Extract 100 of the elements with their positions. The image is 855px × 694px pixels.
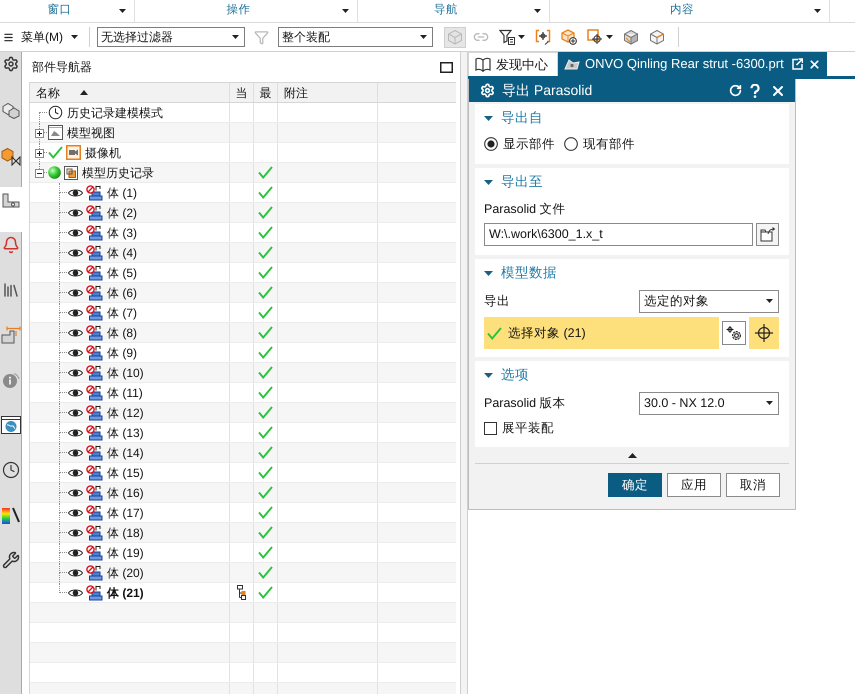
checkbox-icon[interactable] bbox=[484, 422, 497, 434]
browse-button[interactable] bbox=[756, 223, 779, 246]
collapse-arrow-icon[interactable] bbox=[628, 452, 636, 458]
tree-row[interactable]: 体 (12) bbox=[30, 403, 456, 423]
expand-toggle[interactable] bbox=[35, 149, 44, 158]
eye-icon[interactable] bbox=[68, 408, 83, 418]
funnel-icon bbox=[254, 30, 269, 44]
file-path-field[interactable]: W:\.work\6300_1.x_t bbox=[484, 223, 753, 246]
eye-icon[interactable] bbox=[68, 348, 83, 358]
eye-icon[interactable] bbox=[68, 468, 83, 478]
tree-row[interactable]: 体 (15) bbox=[30, 463, 456, 483]
tree-row[interactable]: 体 (20) bbox=[30, 563, 456, 583]
tree-row[interactable]: 体 (10) bbox=[30, 363, 456, 383]
body-icon bbox=[86, 504, 103, 520]
ribbon-group-menu[interactable]: 导航 bbox=[358, 0, 550, 22]
tree-row[interactable]: 体 (17) bbox=[30, 503, 456, 523]
eye-icon[interactable] bbox=[68, 308, 83, 318]
crosshair-button[interactable] bbox=[749, 317, 779, 349]
tree-row[interactable]: 体 (3) bbox=[30, 223, 456, 243]
column-header[interactable]: 名称 bbox=[30, 83, 230, 102]
tree-row[interactable]: 体 (9) bbox=[30, 343, 456, 363]
close-icon[interactable] bbox=[808, 58, 821, 70]
tree-row[interactable]: 体 (8) bbox=[30, 323, 456, 343]
scope-dropdown[interactable]: 整个装配 bbox=[278, 27, 433, 47]
expand-toggle[interactable] bbox=[35, 129, 44, 138]
dialog-button[interactable]: 应用 bbox=[667, 473, 721, 497]
body-icon bbox=[86, 584, 103, 600]
eye-icon[interactable] bbox=[68, 548, 83, 558]
eye-icon[interactable] bbox=[68, 288, 83, 298]
eye-icon[interactable] bbox=[68, 428, 83, 438]
eye-icon[interactable] bbox=[68, 248, 83, 258]
tree-row[interactable]: 体 (5) bbox=[30, 263, 456, 283]
tree-row[interactable]: 体 (16) bbox=[30, 483, 456, 503]
dialog-button[interactable]: 取消 bbox=[726, 473, 780, 497]
checkbox-option[interactable]: 展平装配 bbox=[484, 418, 554, 438]
tree-row[interactable]: 模型历史记录 bbox=[30, 163, 456, 183]
tree-row[interactable]: 体 (2) bbox=[30, 203, 456, 223]
resource-tab[interactable] bbox=[0, 412, 22, 457]
tree-row[interactable]: 体 (6) bbox=[30, 283, 456, 303]
column-header[interactable]: 最 bbox=[254, 83, 278, 102]
tree-row[interactable]: 体 (13) bbox=[30, 423, 456, 443]
tree-row[interactable]: 体 (7) bbox=[30, 303, 456, 323]
radio-option[interactable]: 现有部件 bbox=[564, 134, 635, 154]
section-header[interactable]: 导出自 bbox=[484, 104, 779, 132]
eye-icon[interactable] bbox=[68, 268, 83, 278]
ribbon-group-menu[interactable]: 内容 bbox=[550, 0, 830, 22]
eye-icon[interactable] bbox=[68, 328, 83, 338]
tree-row[interactable]: 历史记录建模模式 bbox=[30, 103, 456, 123]
selection-filter-dropdown[interactable]: 无选择过滤器 bbox=[97, 27, 245, 47]
radio-icon[interactable] bbox=[484, 137, 498, 151]
section-header[interactable]: 模型数据 bbox=[484, 259, 779, 287]
eye-icon[interactable] bbox=[68, 208, 83, 218]
circular-arrow-icon[interactable] bbox=[729, 84, 742, 97]
undock-icon[interactable] bbox=[792, 58, 803, 70]
tree-row[interactable]: 体 (21) bbox=[30, 583, 456, 603]
node-label: 体 (18) bbox=[107, 524, 144, 542]
eye-icon[interactable] bbox=[68, 488, 83, 498]
selection-row[interactable]: 选择对象 (21) bbox=[484, 317, 719, 349]
tree-row[interactable]: 体 (4) bbox=[30, 243, 456, 263]
section-header[interactable]: 选项 bbox=[484, 361, 779, 389]
radio-icon[interactable] bbox=[564, 137, 578, 151]
eye-icon[interactable] bbox=[68, 528, 83, 538]
dialog-button[interactable]: 确定 bbox=[608, 473, 662, 497]
tree-row[interactable]: 体 (1) bbox=[30, 183, 456, 203]
ribbon-group-menu[interactable]: 操作 bbox=[135, 0, 358, 22]
node-label: 体 (20) bbox=[107, 564, 144, 582]
column-header[interactable]: 当 bbox=[230, 83, 254, 102]
cube-sheet-icon bbox=[0, 146, 20, 166]
resource-tab[interactable] bbox=[0, 187, 22, 232]
column-header[interactable]: 附注 bbox=[278, 83, 378, 102]
eye-icon[interactable] bbox=[68, 388, 83, 398]
dropdown[interactable]: 30.0 - NX 12.0 bbox=[639, 392, 779, 414]
expand-toggle[interactable] bbox=[35, 169, 44, 178]
section-header[interactable]: 导出至 bbox=[484, 168, 779, 196]
eye-icon[interactable] bbox=[68, 508, 83, 518]
clock-icon bbox=[48, 105, 63, 120]
object-button[interactable] bbox=[722, 321, 746, 345]
document-tab[interactable]: ONVO Qinling Rear strut -6300.prt bbox=[558, 52, 827, 76]
tree-row[interactable]: 模型视图 bbox=[30, 123, 456, 143]
radio-option[interactable]: 显示部件 bbox=[484, 134, 555, 154]
dropdown[interactable]: 选定的对象 bbox=[639, 290, 779, 312]
tree-row[interactable]: 摄像机 bbox=[30, 143, 456, 163]
eye-icon[interactable] bbox=[68, 588, 83, 598]
book-icon bbox=[475, 57, 491, 72]
settings-icon[interactable] bbox=[480, 83, 495, 98]
help-icon[interactable] bbox=[750, 84, 760, 98]
gear-crosshair-icon bbox=[726, 325, 742, 341]
tree-row[interactable]: 体 (14) bbox=[30, 443, 456, 463]
maximize-icon[interactable] bbox=[440, 62, 453, 72]
eye-icon[interactable] bbox=[68, 188, 83, 198]
eye-icon[interactable] bbox=[68, 368, 83, 378]
ribbon-group-menu[interactable]: 窗口 bbox=[0, 0, 135, 22]
eye-icon[interactable] bbox=[68, 568, 83, 578]
tree-row[interactable]: 体 (18) bbox=[30, 523, 456, 543]
tree-row[interactable]: 体 (11) bbox=[30, 383, 456, 403]
eye-icon[interactable] bbox=[68, 228, 83, 238]
eye-icon[interactable] bbox=[68, 448, 83, 458]
document-tab[interactable]: 发现中心 bbox=[468, 52, 558, 76]
menu-button[interactable]: 菜单(M) bbox=[3, 26, 78, 48]
tree-row[interactable]: 体 (19) bbox=[30, 543, 456, 563]
